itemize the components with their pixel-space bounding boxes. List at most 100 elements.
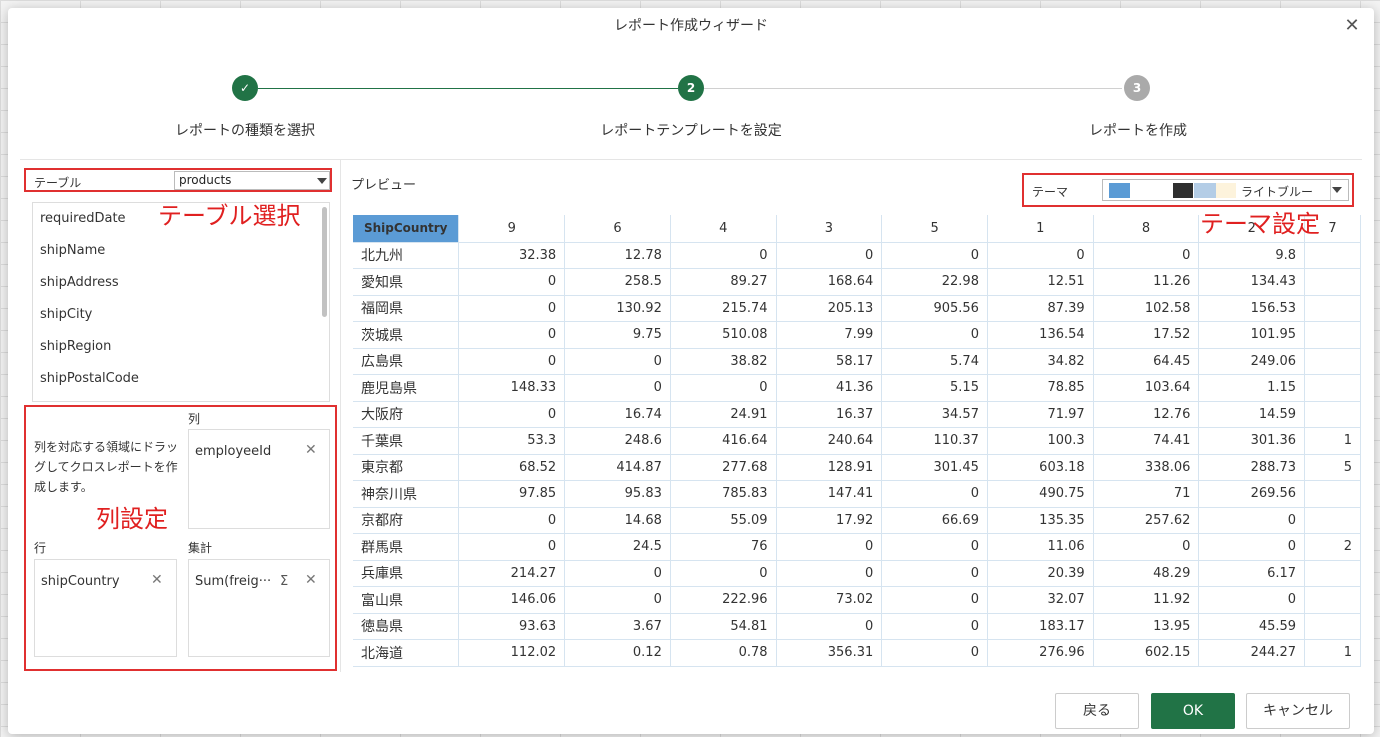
grid-cell: 240.64 <box>776 427 883 455</box>
grid-column-header: 9 <box>458 215 566 243</box>
grid-cell: 54.81 <box>670 613 777 640</box>
grid-row-header: 東京都 <box>353 454 460 481</box>
grid-cell: 0 <box>881 639 988 667</box>
field-item[interactable]: shipName <box>33 237 329 269</box>
dialog-title: レポート作成ウィザード <box>614 18 768 34</box>
close-icon[interactable]: ✕ <box>1342 16 1362 36</box>
step-2-label: レポートテンプレートを設定 <box>600 123 782 139</box>
grid-cell: 148.33 <box>458 374 566 402</box>
grid-row: 群馬県 0 24.5 76 0 0 11.06 0 0 2 <box>353 533 1361 561</box>
grid-cell: 11.06 <box>987 533 1094 561</box>
grid-cell: 0.12 <box>564 639 671 667</box>
table-select-value: products <box>179 173 232 187</box>
step-3-number: 3 <box>1124 75 1150 101</box>
annotation-columns: 列設定 <box>96 505 168 533</box>
grid-cell: 0 <box>458 295 566 322</box>
back-button[interactable]: 戻る <box>1055 693 1139 729</box>
grid-row-header: 神奈川県 <box>353 480 460 508</box>
sigma-icon[interactable]: Σ <box>280 574 288 589</box>
grid-cell: 0 <box>1093 242 1200 269</box>
grid-cell: 0.78 <box>670 639 777 667</box>
grid-cell: 7.99 <box>776 321 883 349</box>
grid-cell: 277.68 <box>670 454 777 481</box>
remove-value-icon[interactable]: ✕ <box>305 572 317 588</box>
field-item[interactable]: requiredDate <box>33 205 329 237</box>
grid-cell: 257.62 <box>1093 507 1200 534</box>
theme-swatch <box>1130 183 1151 198</box>
values-drop-zone[interactable]: Sum(freig··· Σ ✕ <box>188 559 330 657</box>
grid-cell: 147.41 <box>776 480 883 508</box>
grid-cell: 5.15 <box>881 374 988 402</box>
grid-cell: 603.18 <box>987 454 1094 481</box>
grid-row: 愛知県 0 258.5 89.27 168.64 22.98 12.51 11.26 134.4… <box>353 268 1361 296</box>
scrollbar[interactable] <box>322 207 327 317</box>
grid-cell: 9.75 <box>564 321 671 349</box>
grid-cell: 135.35 <box>987 507 1094 534</box>
grid-cell: 78.85 <box>987 374 1094 402</box>
step-1-check-icon: ✓ <box>232 75 258 101</box>
rows-drop-zone[interactable]: shipCountry ✕ <box>34 559 177 657</box>
field-item[interactable]: shipCity <box>33 301 329 333</box>
grid-cell: 14.68 <box>564 507 671 534</box>
grid-row-header: 茨城県 <box>353 321 460 349</box>
theme-swatch <box>1216 183 1236 198</box>
grid-cell: 1.15 <box>1198 374 1306 402</box>
table-select[interactable]: products <box>174 171 330 190</box>
grid-cell: 0 <box>458 348 566 375</box>
grid-cell: 93.63 <box>458 613 566 640</box>
values-label: 集計 <box>188 541 213 555</box>
grid-cell: 258.5 <box>564 268 671 296</box>
grid-cell: 6.17 <box>1198 560 1306 587</box>
grid-cell: 12.51 <box>987 268 1094 296</box>
grid-cell: 100.3 <box>987 427 1094 455</box>
field-item[interactable]: shipPostalCode <box>33 365 329 397</box>
grid-cell: 34.57 <box>881 401 988 428</box>
grid-cell: 3.67 <box>564 613 671 640</box>
preview-table: ShipCountry 9 6 4 3 5 1 8 2 7 北九州 32.38 12.78 0 0 0 0 0 9.… <box>353 215 1361 667</box>
grid-cell: 32.38 <box>458 242 566 269</box>
layout-area: 列を対応する領域にドラッグしてクロスレポートを作成します。 列 employee… <box>24 405 337 671</box>
grid-cell: 490.75 <box>987 480 1094 508</box>
grid-cell: 0 <box>1198 586 1306 614</box>
grid-cell: 17.92 <box>776 507 883 534</box>
grid-cell: 249.06 <box>1198 348 1306 375</box>
grid-row-header: 千葉県 <box>353 427 460 455</box>
grid-cell: 244.27 <box>1198 639 1306 667</box>
grid-column-header: 4 <box>670 215 777 243</box>
grid-cell: 24.5 <box>564 533 671 561</box>
table-label: テーブル <box>34 176 82 190</box>
grid-cell: 73.02 <box>776 586 883 614</box>
ok-button[interactable]: OK <box>1151 693 1235 729</box>
step-connector-pending <box>704 88 1122 89</box>
grid-cell: 414.87 <box>564 454 671 481</box>
grid-row: 北海道 112.02 0.12 0.78 356.31 0 276.96 602.15 244.… <box>353 639 1361 667</box>
grid-cell: 214.27 <box>458 560 566 587</box>
grid-row-header: 広島県 <box>353 348 460 375</box>
cancel-button[interactable]: キャンセル <box>1246 693 1350 729</box>
grid-cell: 288.73 <box>1198 454 1306 481</box>
grid-cell: 276.96 <box>987 639 1094 667</box>
grid-row: 京都府 0 14.68 55.09 17.92 66.69 135.35 257.62 0 <box>353 507 1361 534</box>
field-list: requiredDate shipName shipAddress shipCi… <box>32 202 330 402</box>
field-item[interactable]: shipRegion <box>33 333 329 365</box>
theme-select[interactable]: ライトブルー <box>1102 179 1349 201</box>
field-item[interactable]: shipAddress <box>33 269 329 301</box>
dropdown-separator <box>1330 180 1331 200</box>
columns-drop-zone[interactable]: employeeId ✕ <box>188 429 330 529</box>
grid-cell: 97.85 <box>458 480 566 508</box>
chevron-down-icon <box>317 178 327 184</box>
grid-row-header: 群馬県 <box>353 533 460 561</box>
preview-label: プレビュー <box>351 178 417 193</box>
grid-cell: 0 <box>1093 533 1200 561</box>
grid-cell: 0 <box>881 533 988 561</box>
grid-cell: 602.15 <box>1093 639 1200 667</box>
grid-corner-header[interactable]: ShipCountry <box>353 215 460 243</box>
grid-cell: 183.17 <box>987 613 1094 640</box>
grid-row-header: 北九州 <box>353 242 460 269</box>
rows-label: 行 <box>34 541 47 555</box>
theme-selector-row: テーマ ライトブルー <box>1022 173 1354 207</box>
remove-column-icon[interactable]: ✕ <box>305 442 317 458</box>
grid-row: 千葉県 53.3 248.6 416.64 240.64 110.37 100.3 74.41… <box>353 427 1361 455</box>
remove-row-icon[interactable]: ✕ <box>151 572 163 588</box>
grid-cell <box>1304 348 1361 375</box>
